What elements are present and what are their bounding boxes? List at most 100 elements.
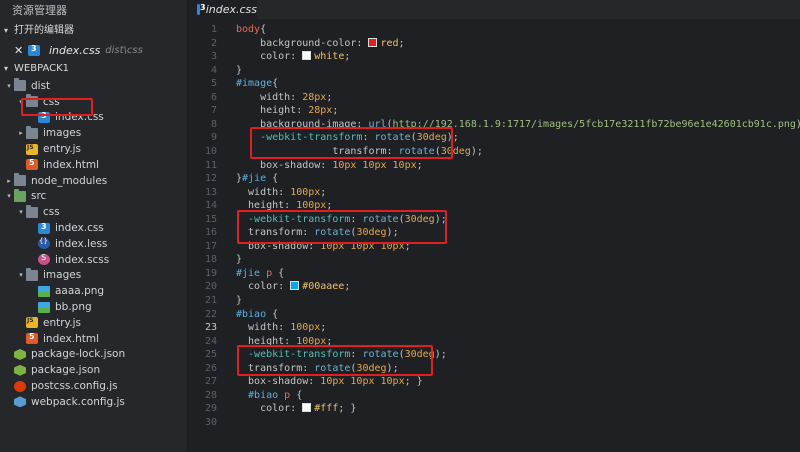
tree-item-label: entry.js (43, 143, 81, 156)
tree-item-label: index.html (43, 158, 99, 171)
open-editor-item[interactable]: ✕ index.css dist\css (0, 40, 187, 60)
tree-item[interactable]: entry.js (0, 141, 187, 157)
code-token: rotate (398, 145, 435, 157)
open-editors-section[interactable]: ▾ 打开的编辑器 (0, 22, 187, 40)
tree-item[interactable]: ▾ images (0, 267, 187, 284)
chevron-down-icon: ▾ (7, 81, 11, 90)
code-token: rotate (362, 213, 399, 225)
code-text: body{ (236, 21, 266, 38)
html-file-icon (26, 158, 38, 171)
code-token: { (290, 389, 303, 401)
code-token: : (362, 132, 375, 144)
tree-item-label: index.scss (55, 253, 110, 266)
tree-item[interactable]: index.css (0, 220, 187, 236)
src-folder-icon (14, 188, 26, 202)
image-file-icon (38, 285, 50, 297)
code-token: ; (326, 200, 333, 212)
tree-item-label: postcss.config.js (31, 380, 118, 393)
css-file-icon (197, 3, 205, 15)
code-token: ; (332, 105, 339, 117)
color-swatch[interactable] (302, 51, 312, 61)
tree-item[interactable]: entry.js (0, 315, 187, 331)
folder-icon (26, 267, 38, 281)
code-token: ; (344, 51, 351, 63)
tree-item[interactable]: aaaa.png (0, 283, 187, 299)
close-icon[interactable]: ✕ (14, 44, 28, 57)
code-token: box-shadow: (236, 240, 321, 252)
tree-item[interactable]: ▾ css (0, 204, 187, 220)
code-token: #jie (236, 267, 261, 279)
tree-item[interactable]: ▾ src (0, 188, 187, 205)
code-token: 30deg (356, 362, 387, 374)
code-token: ; (320, 322, 327, 334)
color-swatch[interactable] (302, 403, 312, 413)
tree-item[interactable]: index.less (0, 236, 187, 252)
chevron-down-icon: ▾ (19, 208, 23, 217)
code-token: } (236, 295, 243, 306)
tree-item[interactable]: ▸ node_modules (0, 173, 187, 189)
chevron-right-icon: ▸ (7, 176, 11, 185)
tree-item[interactable]: index.css (0, 110, 187, 126)
code-token: ; } (338, 403, 357, 415)
code-token: background-color: (236, 37, 369, 49)
chevron-down-icon: ▾ (4, 64, 9, 73)
tree-item[interactable]: webpack.config.js (0, 394, 187, 410)
tree-item[interactable]: index.scss (0, 252, 187, 268)
tree-item[interactable]: postcss.config.js (0, 378, 187, 394)
code-token: width: (236, 322, 291, 334)
code-token: 100px (290, 322, 321, 334)
css-file-icon (38, 111, 50, 123)
code-editor[interactable]: 30 29 color: #fff; } 28 #biao p {27 box-sh… (189, 19, 800, 452)
code-token: { (266, 173, 279, 185)
color-swatch[interactable] (368, 37, 378, 47)
code-token: { (260, 24, 267, 35)
html-file-icon (26, 332, 38, 345)
tree-item[interactable]: package-lock.json (0, 347, 187, 363)
tree-item-label: index.html (43, 332, 99, 345)
code-token: white (314, 51, 345, 63)
code-token: 10px 10px 10px (332, 159, 417, 171)
code-token: color: (236, 51, 303, 63)
code-token: width: (236, 186, 291, 198)
tree-item-label: css (43, 206, 60, 219)
code-line[interactable]: 1 body{ (189, 21, 800, 38)
code-token: http://192.168.1.9:1717/images/5fcb17e32… (392, 118, 796, 130)
code-token: color: (236, 403, 303, 415)
workspace-section[interactable]: ▾ WEBPACK1 (0, 60, 187, 78)
tree-item-label: webpack.config.js (31, 395, 125, 408)
code-token: ; (398, 37, 405, 49)
chevron-down-icon: ▾ (19, 97, 23, 106)
code-token: ); (386, 227, 399, 239)
tree-item[interactable]: ▾ css (0, 94, 187, 110)
tree-item[interactable]: ▾ dist (0, 78, 187, 94)
code-token: p (278, 389, 291, 401)
code-token: 30deg (440, 145, 471, 157)
tree-item[interactable]: ▸ images (0, 125, 187, 141)
tree-item[interactable]: package.json (0, 362, 187, 378)
js-file-icon (26, 317, 38, 329)
color-swatch[interactable] (290, 281, 300, 291)
code-token: background-image: (236, 118, 369, 130)
code-token: #image (236, 78, 273, 90)
code-token: red (380, 37, 399, 49)
scss-file-icon (38, 253, 50, 266)
tree-item-label: index.css (55, 222, 104, 235)
tree-item-label: dist (31, 79, 51, 92)
tree-item[interactable]: index.html (0, 157, 187, 173)
open-editors-label: 打开的编辑器 (14, 25, 74, 36)
open-editor-name: index.css (49, 43, 101, 57)
code-token: -webkit-transform (236, 213, 351, 225)
tree-item[interactable]: bb.png (0, 299, 187, 315)
code-token: #biao (236, 389, 279, 401)
css-file-icon (38, 222, 50, 234)
tree-item[interactable]: index.html (0, 331, 187, 347)
explorer-sidebar: 资源管理器 ▾ 打开的编辑器 ✕ index.css dist\css ▾ WE… (0, 0, 188, 452)
code-token: : (350, 213, 363, 225)
code-token: height: (236, 105, 309, 117)
code-token: #jie (242, 173, 267, 185)
code-token: ; (404, 240, 411, 252)
explorer-title: 资源管理器 (12, 4, 67, 17)
tab-index-css[interactable]: index.css (189, 0, 257, 19)
tree-item-label: index.css (55, 111, 104, 124)
code-token: rotate (362, 349, 399, 361)
